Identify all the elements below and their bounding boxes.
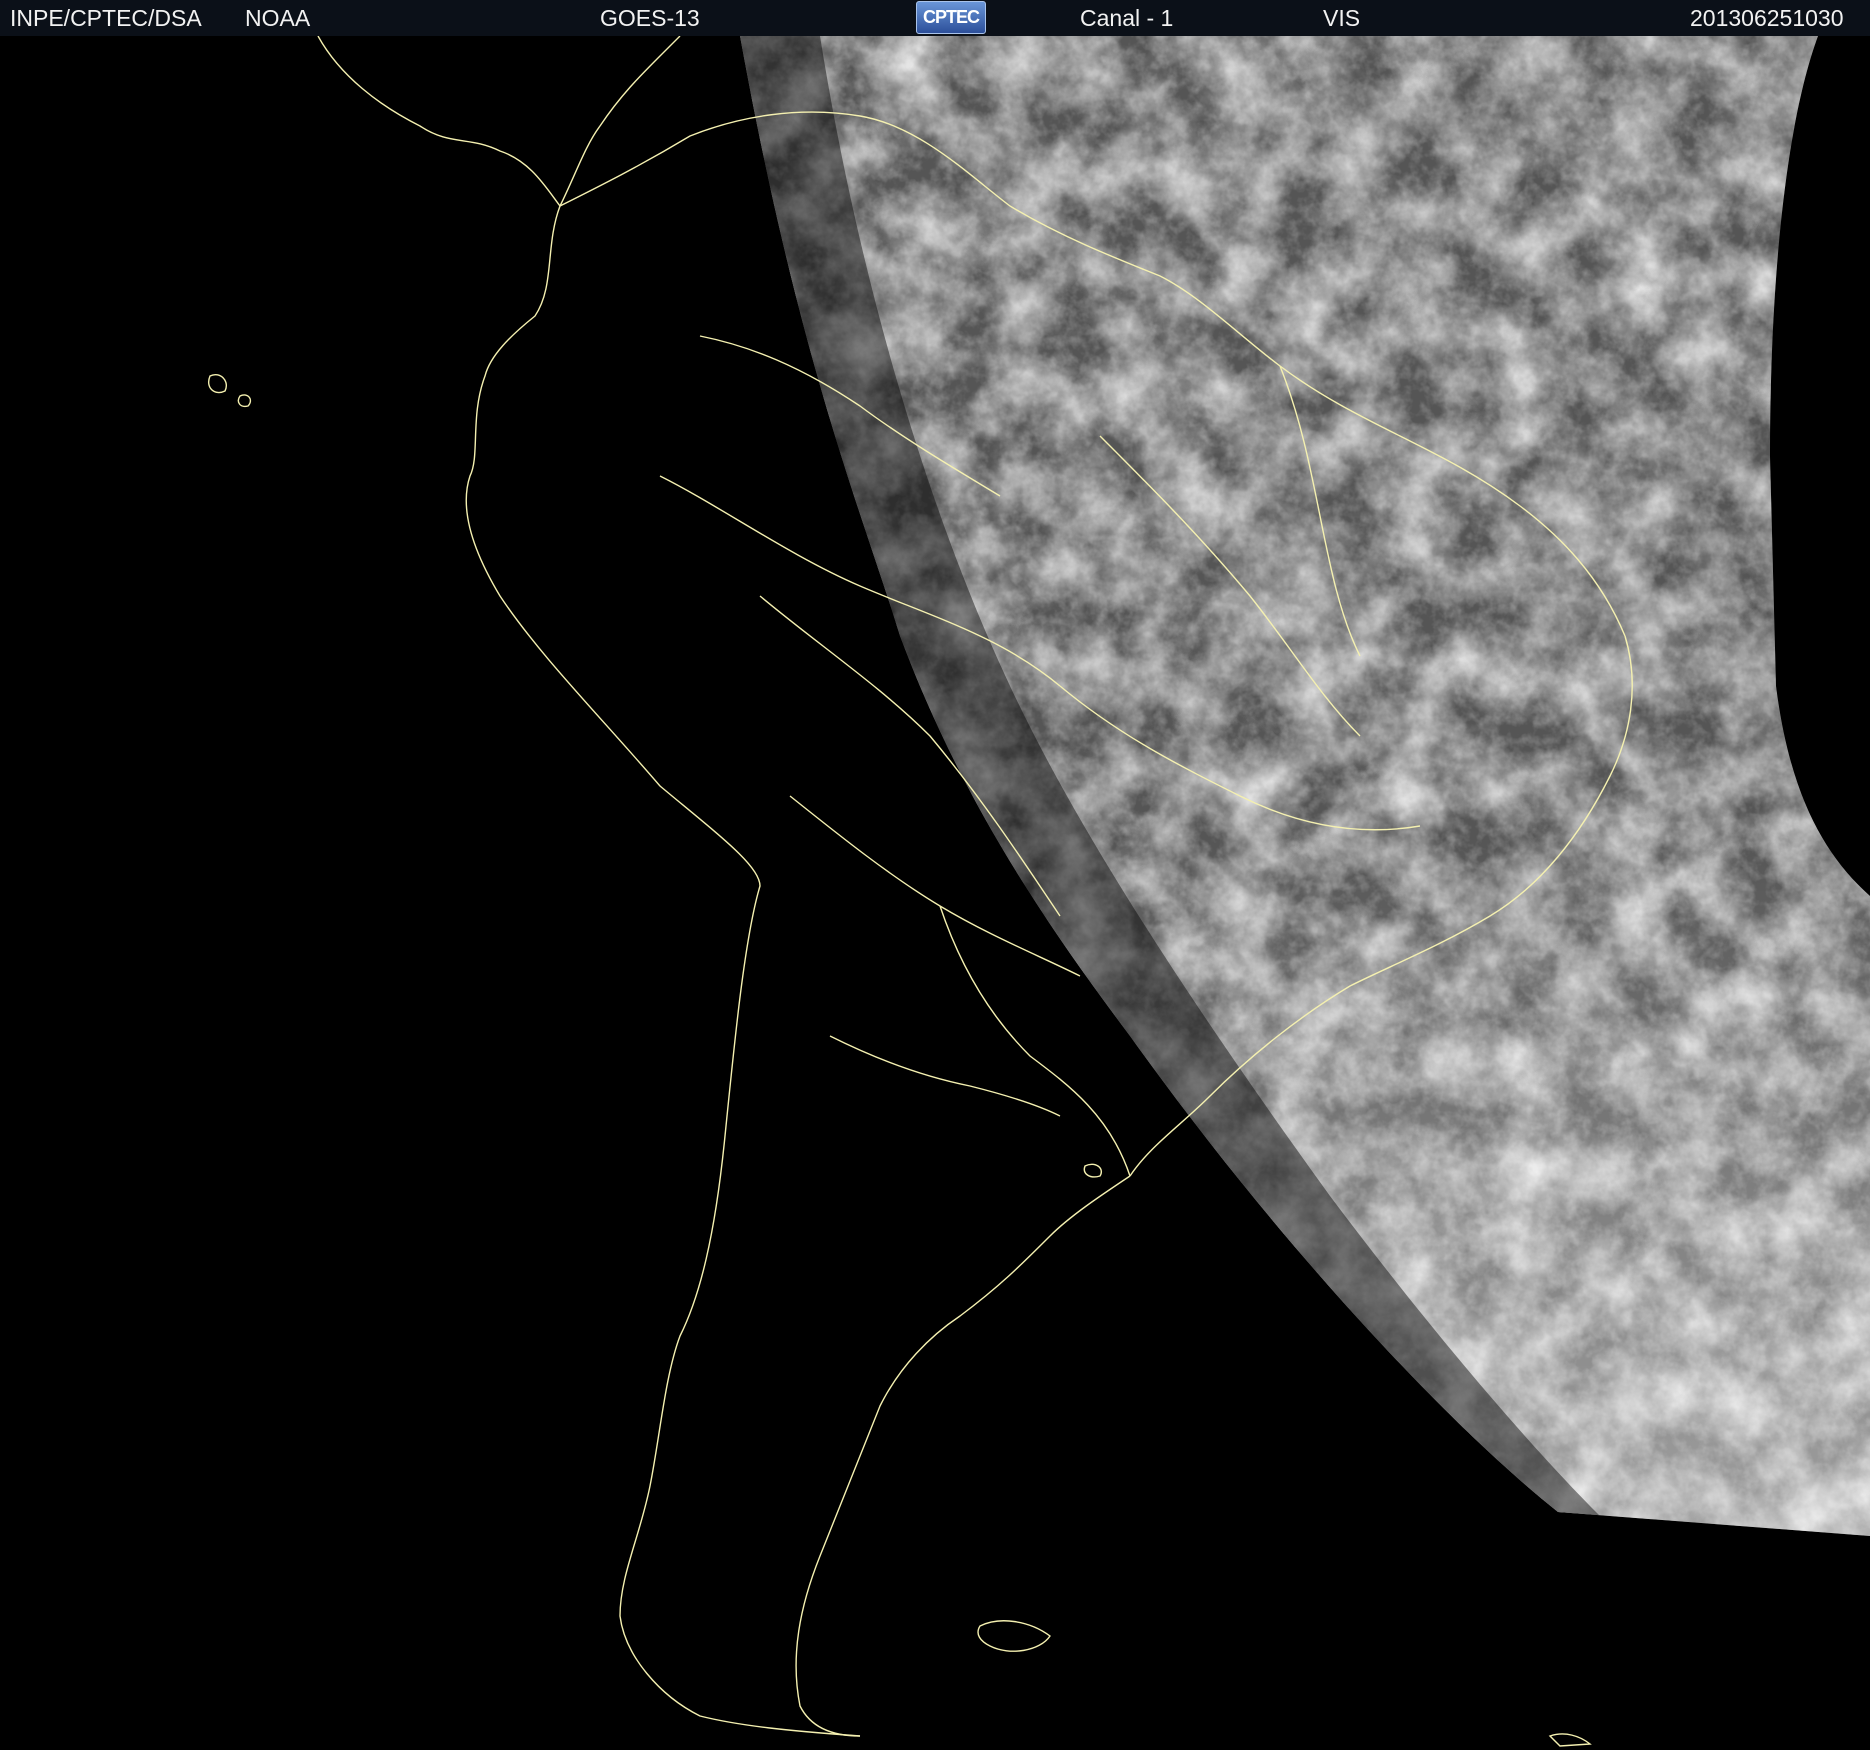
channel-label: Canal - 1 <box>1080 5 1174 31</box>
satellite-image <box>0 36 1870 1750</box>
satellite-label: GOES-13 <box>600 5 700 31</box>
image-header-bar: INPE/CPTEC/DSA NOAA GOES-13 CPTEC Canal … <box>0 0 1870 37</box>
agency-label: NOAA <box>245 5 311 31</box>
institution-label: INPE/CPTEC/DSA <box>10 5 202 31</box>
cptec-logo-text: CPTEC <box>922 7 980 27</box>
timestamp-label: 201306251030 <box>1690 5 1844 31</box>
band-label: VIS <box>1323 5 1361 31</box>
cptec-logo: CPTEC <box>916 1 986 34</box>
